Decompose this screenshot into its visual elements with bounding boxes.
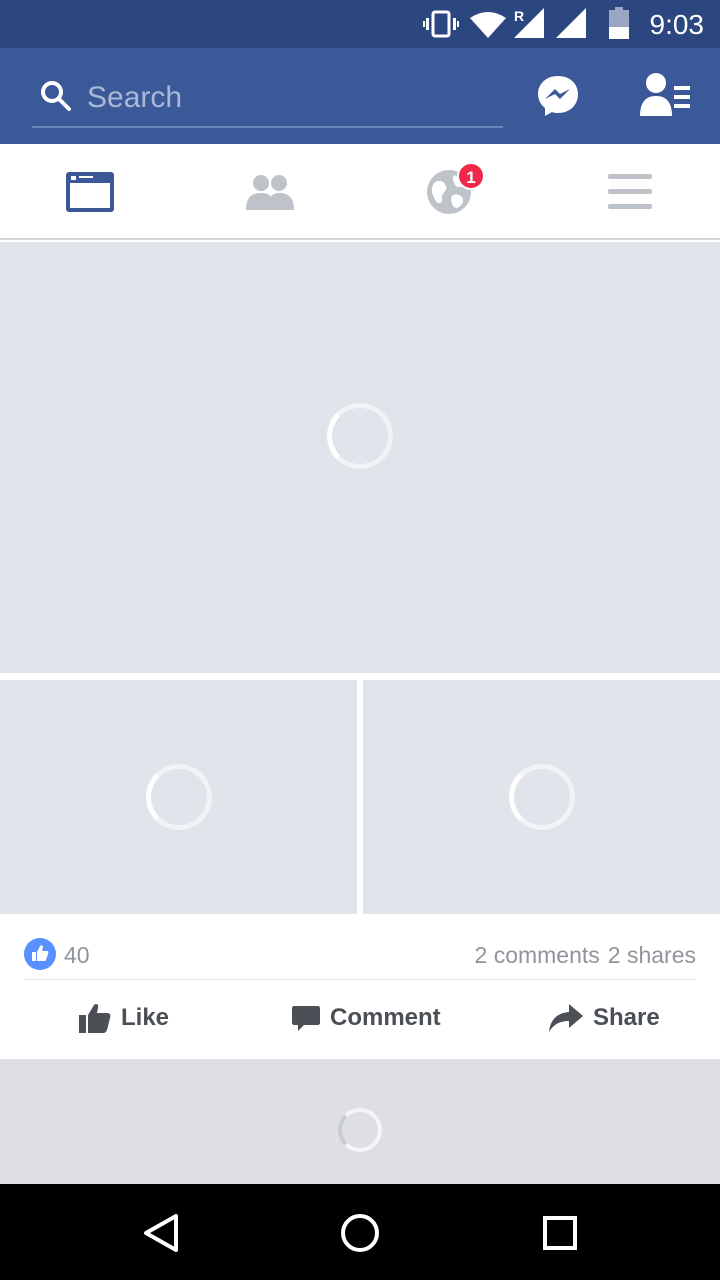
- menu-icon: [608, 174, 652, 209]
- signal-icon: [556, 8, 586, 38]
- shares-count[interactable]: 2 shares: [608, 942, 696, 968]
- battery-icon: [609, 7, 629, 39]
- loading-spinner: [146, 764, 212, 830]
- post-photo-left[interactable]: [0, 680, 357, 914]
- messenger-icon[interactable]: [536, 74, 580, 118]
- clock: 9:03: [649, 9, 705, 40]
- share-icon: [549, 1004, 583, 1032]
- tab-more-menu[interactable]: [540, 144, 720, 240]
- search-bar[interactable]: [32, 72, 503, 128]
- tab-notifications[interactable]: [360, 144, 540, 240]
- app-bar: [0, 48, 720, 144]
- friend-requests-icon[interactable]: [640, 72, 692, 118]
- comment-icon: [292, 1006, 320, 1031]
- wifi-icon: [470, 12, 506, 38]
- like-count[interactable]: 40: [64, 942, 90, 969]
- like-button[interactable]: Like: [79, 998, 169, 1038]
- vibrate-icon: [423, 10, 459, 38]
- search-input[interactable]: [87, 78, 487, 118]
- share-label: Share: [593, 1004, 660, 1031]
- friends-icon: [246, 175, 294, 210]
- roaming-signal-icon: [514, 8, 544, 38]
- like-label: Like: [121, 1004, 170, 1031]
- comments-shares-summary: 2 comments 2 shares: [475, 942, 696, 969]
- recents-icon[interactable]: [535, 1208, 585, 1258]
- post-photo-main[interactable]: [0, 242, 720, 673]
- share-button[interactable]: Share: [549, 998, 660, 1038]
- comment-button[interactable]: Comment: [292, 998, 441, 1038]
- comment-label: Comment: [330, 1004, 441, 1031]
- status-bar: R 9:03: [0, 0, 720, 48]
- loading-spinner: [327, 403, 393, 469]
- notifications-badge: 1: [457, 162, 485, 190]
- home-icon[interactable]: [335, 1208, 385, 1258]
- tab-friend-requests[interactable]: [180, 144, 360, 240]
- thumbs-up-icon: [79, 1004, 111, 1033]
- post-photo-right[interactable]: [363, 680, 720, 914]
- tab-news-feed[interactable]: [0, 144, 180, 240]
- system-nav-bar: [0, 1184, 720, 1280]
- search-icon: [41, 81, 71, 111]
- comments-count[interactable]: 2 comments: [475, 942, 600, 968]
- tab-bar: 1: [0, 144, 720, 240]
- post-footer: 40 2 comments 2 shares Like Comment Share: [0, 914, 720, 1059]
- news-feed-icon: [66, 172, 114, 212]
- loading-spinner: [338, 1108, 382, 1152]
- like-reaction-icon: [24, 938, 56, 970]
- back-icon[interactable]: [136, 1208, 186, 1258]
- next-post-placeholder: [0, 1059, 720, 1184]
- loading-spinner: [509, 764, 575, 830]
- divider: [24, 979, 696, 980]
